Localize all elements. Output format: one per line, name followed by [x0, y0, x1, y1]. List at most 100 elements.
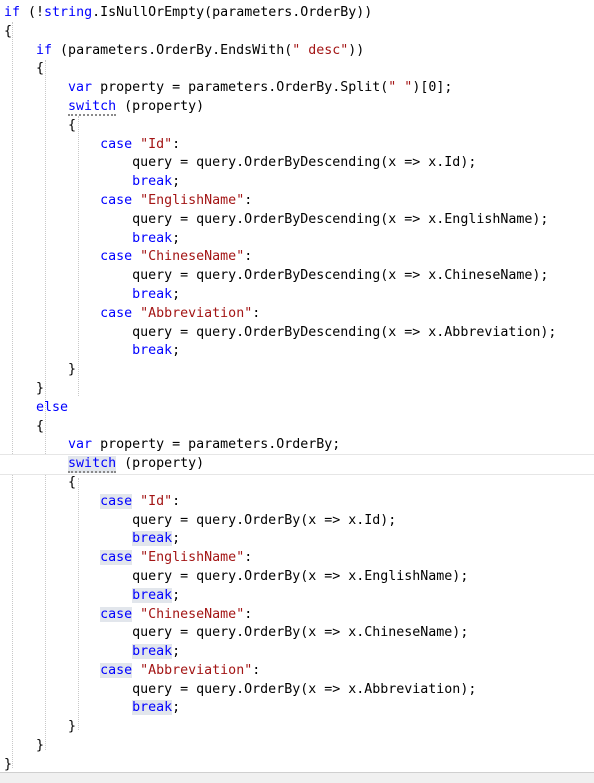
code-token-string: "Abbreviation" [140, 662, 253, 678]
code-line[interactable]: query = query.OrderBy(x => x.Abbreviatio… [0, 681, 594, 700]
code-line[interactable]: if (!string.IsNullOrEmpty(parameters.Ord… [0, 4, 594, 23]
code-line[interactable]: { [0, 117, 594, 136]
code-line[interactable]: } [0, 737, 594, 756]
code-line[interactable]: case "ChineseName": [0, 248, 594, 267]
code-token-keyword: if [36, 42, 53, 58]
code-line[interactable]: { [0, 60, 594, 79]
code-token-plain: query = query.OrderBy(x => x.EnglishName… [132, 568, 469, 584]
code-token-plain: ; [172, 700, 181, 716]
code-line[interactable]: break; [0, 530, 594, 549]
code-editor-viewport[interactable]: if (!string.IsNullOrEmpty(parameters.Ord… [0, 0, 594, 783]
code-token-plain: .IsNullOrEmpty(parameters.OrderBy)) [92, 5, 373, 20]
code-token-keyword: case [100, 136, 133, 152]
code-token-keyword: break [132, 644, 173, 660]
horizontal-scrollbar-thumb[interactable] [0, 774, 594, 783]
code-token-plain: (parameters.OrderBy.EndsWith( [52, 42, 293, 58]
code-line[interactable]: { [0, 474, 594, 493]
code-line[interactable]: else [0, 399, 594, 418]
code-line[interactable]: if (parameters.OrderBy.EndsWith(" desc")… [0, 42, 594, 61]
code-token-plain: query = query.OrderBy(x => x.ChineseName… [132, 625, 469, 641]
code-token-plain: : [252, 305, 261, 321]
code-line[interactable]: case "EnglishName": [0, 549, 594, 568]
code-line[interactable]: query = query.OrderBy(x => x.EnglishName… [0, 568, 594, 587]
code-token-keyword: break [132, 531, 173, 547]
code-line[interactable]: break; [0, 342, 594, 361]
code-line[interactable]: case "Abbreviation": [0, 305, 594, 324]
code-token-keyword: break [132, 174, 173, 190]
code-line[interactable]: break; [0, 699, 594, 718]
horizontal-scrollbar-track[interactable] [0, 772, 594, 783]
code-line[interactable]: break; [0, 286, 594, 305]
code-token-keyword: var [68, 437, 93, 453]
code-line[interactable]: switch (property) [0, 98, 594, 117]
code-token-keyword: break [132, 700, 173, 716]
code-line[interactable]: } [0, 718, 594, 737]
code-token-plain: } [36, 380, 45, 396]
code-token-keyword: case [100, 662, 133, 678]
code-surface[interactable]: if (!string.IsNullOrEmpty(parameters.Ord… [0, 0, 594, 772]
code-token-keyword: case [100, 606, 133, 622]
code-line[interactable]: switch (property) [0, 454, 594, 475]
code-token-plain: ; [172, 531, 181, 547]
code-line-list[interactable]: if (!string.IsNullOrEmpty(parameters.Ord… [0, 4, 594, 775]
code-token-keyword: break [132, 286, 173, 302]
code-line[interactable]: { [0, 23, 594, 42]
code-token-plain: ; [172, 644, 181, 660]
code-line[interactable]: query = query.OrderByDescending(x => x.A… [0, 324, 594, 343]
code-line[interactable]: break; [0, 173, 594, 192]
code-line[interactable]: case "Abbreviation": [0, 662, 594, 681]
code-line[interactable]: case "EnglishName": [0, 192, 594, 211]
code-line[interactable]: query = query.OrderBy(x => x.Id); [0, 512, 594, 531]
code-line[interactable]: } [0, 361, 594, 380]
code-token-plain: { [36, 61, 45, 77]
code-token-plain: (property) [116, 98, 205, 114]
code-token-string: "EnglishName" [140, 192, 245, 208]
code-token-plain: } [68, 362, 77, 378]
code-token-plain: } [36, 738, 45, 754]
code-token-plain: : [244, 550, 253, 566]
code-line[interactable]: var property = parameters.OrderBy.Split(… [0, 79, 594, 98]
code-token-plain: query = query.OrderByDescending(x => x.E… [132, 211, 549, 227]
code-line[interactable]: case "Id": [0, 493, 594, 512]
code-line[interactable]: query = query.OrderByDescending(x => x.E… [0, 211, 594, 230]
code-token-plain: { [68, 474, 77, 490]
code-line[interactable]: break; [0, 643, 594, 662]
code-line[interactable]: break; [0, 587, 594, 606]
code-line[interactable]: break; [0, 230, 594, 249]
code-line[interactable]: query = query.OrderByDescending(x => x.C… [0, 267, 594, 286]
code-line[interactable]: query = query.OrderByDescending(x => x.I… [0, 154, 594, 173]
code-line[interactable]: case "ChineseName": [0, 606, 594, 625]
code-token-plain: query = query.OrderByDescending(x => x.A… [132, 324, 557, 340]
code-line[interactable]: query = query.OrderBy(x => x.ChineseName… [0, 624, 594, 643]
code-line[interactable]: } [0, 380, 594, 399]
code-line[interactable]: case "Id": [0, 136, 594, 155]
code-line[interactable]: { [0, 418, 594, 437]
code-token-keyword: break [132, 343, 173, 359]
code-line[interactable]: var property = parameters.OrderBy; [0, 436, 594, 455]
code-token-plain: query = query.OrderByDescending(x => x.C… [132, 268, 549, 284]
